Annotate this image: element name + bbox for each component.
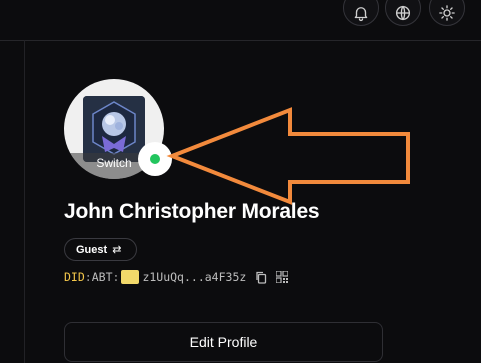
did-separator: :	[84, 270, 92, 284]
language-button[interactable]	[385, 0, 421, 26]
did-type: ABT	[91, 270, 113, 284]
role-switch-chip[interactable]: Guest ⇄	[64, 238, 137, 261]
copy-icon[interactable]	[255, 271, 267, 284]
edit-profile-button[interactable]: Edit Profile	[64, 322, 383, 362]
did-separator-2: :	[112, 270, 120, 284]
top-bar	[0, 0, 481, 41]
notifications-button[interactable]	[343, 0, 379, 26]
role-label: Guest	[76, 243, 108, 256]
profile-name: John Christopher Morales	[64, 200, 320, 223]
did-avatar-icon	[121, 270, 140, 284]
edit-profile-label: Edit Profile	[189, 334, 258, 350]
sidebar-divider	[24, 40, 25, 363]
status-dot	[150, 154, 160, 164]
did-address: z1UuQq...a4F35z	[142, 270, 247, 284]
sun-icon	[439, 5, 455, 21]
globe-icon	[395, 5, 411, 21]
annotation-arrow	[166, 107, 410, 205]
theme-toggle-button[interactable]	[429, 0, 465, 26]
swap-icon: ⇄	[112, 244, 122, 256]
did-prefix: DID	[64, 270, 85, 284]
qr-code-icon[interactable]	[276, 271, 289, 283]
bell-icon	[354, 7, 368, 22]
did-row: DID : ABT : z1UuQq...a4F35z	[64, 268, 289, 286]
